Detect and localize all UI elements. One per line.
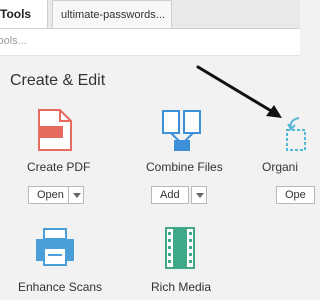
rich-media-icon[interactable] (165, 227, 195, 269)
combine-files-label: Combine Files (146, 160, 223, 174)
create-pdf-open-button[interactable]: Open (28, 186, 73, 204)
enhance-scans-icon[interactable] (35, 228, 75, 266)
create-pdf-icon[interactable] (38, 109, 72, 151)
organize-pages-icon[interactable] (285, 112, 306, 152)
arrow-annotation-icon (196, 65, 282, 118)
combine-files-add-button[interactable]: Add (151, 186, 189, 204)
tab-bar: Tools ultimate-passwords... (0, 0, 300, 29)
search-row[interactable]: Tools... (0, 29, 300, 56)
section-title: Create & Edit (10, 72, 106, 89)
organize-pages-label: Organi (262, 160, 299, 174)
create-pdf-dropdown[interactable] (68, 186, 84, 204)
enhance-scans-label: Enhance Scans (18, 280, 103, 294)
organize-pages-open-button[interactable]: Ope (276, 186, 315, 204)
tab-document[interactable]: ultimate-passwords... (52, 0, 172, 28)
combine-files-dropdown[interactable] (191, 186, 207, 204)
rich-media-label: Rich Media (151, 280, 212, 294)
search-placeholder: Tools... (0, 35, 27, 47)
create-pdf-label: Create PDF (27, 160, 91, 174)
tab-tools[interactable]: Tools (0, 0, 48, 28)
